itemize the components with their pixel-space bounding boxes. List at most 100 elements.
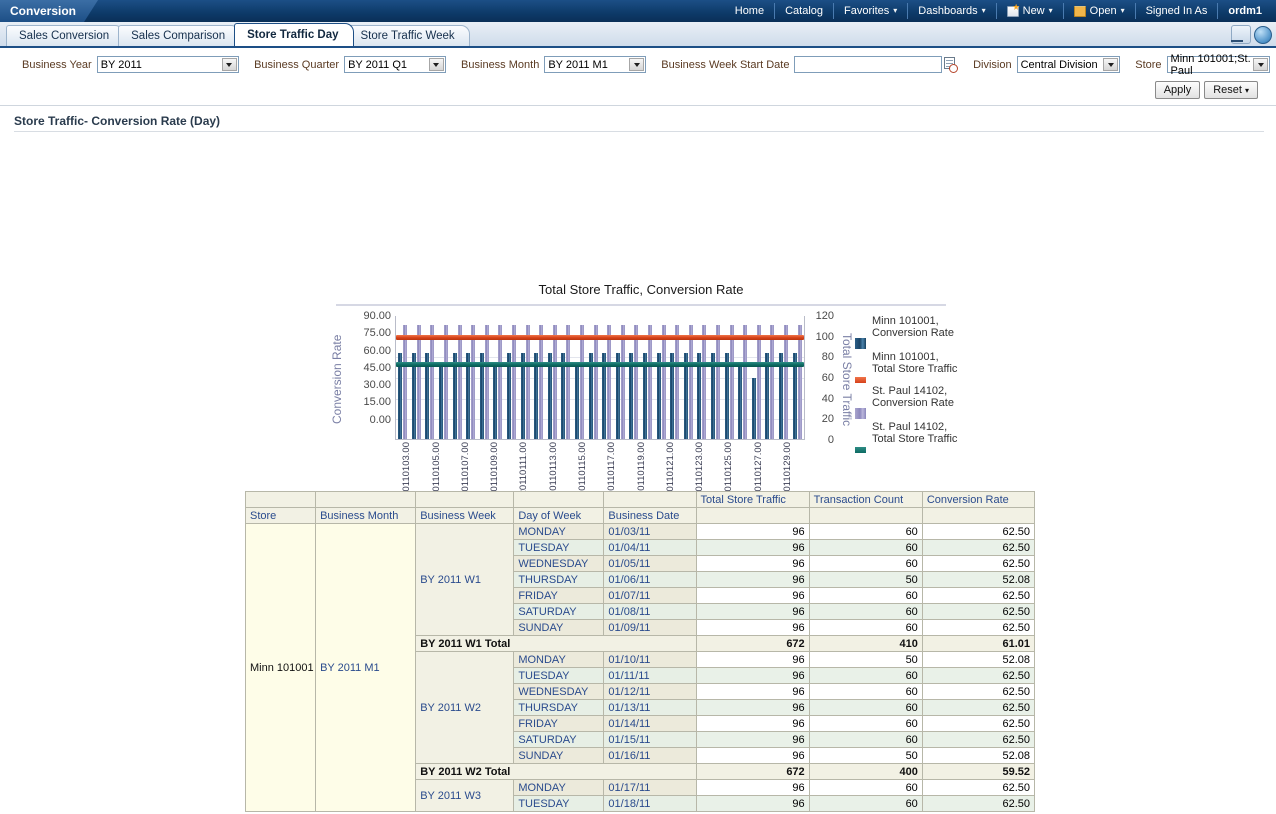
cell-day-of-week[interactable]: WEDNESDAY [513,555,605,572]
cell-transaction-count[interactable]: 60 [808,619,923,636]
dashboard-brand-tab[interactable]: Conversion [0,0,98,22]
cell-total-store-traffic[interactable]: 96 [695,667,810,684]
cell-conversion-rate[interactable]: 62.50 [921,539,1036,556]
bar-stpaul-conversion-rate[interactable] [430,324,435,439]
cell-conversion-rate[interactable]: 62.50 [921,603,1036,620]
bar-stpaul-conversion-rate[interactable] [444,324,449,439]
cell-business-month[interactable]: BY 2011 M1 [315,523,417,812]
bar-stpaul-conversion-rate[interactable] [471,324,476,439]
bar-stpaul-conversion-rate[interactable] [566,324,571,439]
cell-conversion-rate[interactable]: 62.50 [921,587,1036,604]
tab-sales-comparison[interactable]: Sales Comparison [118,25,241,46]
cell-transaction-count[interactable]: 50 [808,651,923,668]
cell-day-of-week[interactable]: TUESDAY [513,539,605,556]
bar-minn-conversion-rate[interactable] [493,367,498,439]
bar-stpaul-conversion-rate[interactable] [539,324,544,439]
bar-stpaul-conversion-rate[interactable] [620,324,625,439]
business-year-select[interactable]: BY 2011 [96,56,239,73]
bar-minn-conversion-rate[interactable] [738,367,743,439]
cell-conversion-rate[interactable]: 62.50 [921,667,1036,684]
bar-stpaul-conversion-rate[interactable] [756,324,761,439]
bar-stpaul-conversion-rate[interactable] [770,324,775,439]
business-week-start-date-input[interactable] [794,56,943,73]
bar-stpaul-conversion-rate[interactable] [457,324,462,439]
bar-minn-conversion-rate[interactable] [575,367,580,439]
bar-stpaul-conversion-rate[interactable] [512,324,517,439]
header-store[interactable]: Store [244,507,317,524]
bar-stpaul-conversion-rate[interactable] [797,324,802,439]
cell-business-week[interactable]: BY 2011 W1 [415,523,515,636]
cell-day-of-week[interactable]: SUNDAY [513,619,605,636]
legend-item[interactable]: St. Paul 14102, Total Store Traffic [855,421,965,453]
tab-sales-conversion[interactable]: Sales Conversion [6,25,125,46]
cell-business-date[interactable]: 01/14/11 [603,715,697,732]
tab-store-traffic-week[interactable]: Store Traffic Week [347,25,470,46]
cell-total-store-traffic[interactable]: 96 [695,555,810,572]
cell-business-date[interactable]: 01/10/11 [603,651,697,668]
division-select[interactable]: Central Division [1016,56,1121,73]
cell-business-date[interactable]: 01/09/11 [603,619,697,636]
cell-day-of-week[interactable]: MONDAY [513,523,605,540]
bar-stpaul-conversion-rate[interactable] [675,324,680,439]
business-quarter-select[interactable]: BY 2011 Q1 [344,56,446,73]
header-business-month[interactable]: Business Month [315,507,417,524]
cell-day-of-week[interactable]: FRIDAY [513,587,605,604]
cell-transaction-count[interactable]: 60 [808,539,923,556]
cell-transaction-count[interactable]: 60 [808,699,923,716]
cell-conversion-rate[interactable]: 52.08 [921,747,1036,764]
tab-store-traffic-day[interactable]: Store Traffic Day [234,23,354,46]
bar-minn-conversion-rate[interactable] [439,367,444,439]
cell-day-of-week[interactable]: MONDAY [513,651,605,668]
cell-day-of-week[interactable]: SATURDAY [513,731,605,748]
chevron-down-icon[interactable] [221,58,237,71]
calendar-picker-icon[interactable] [944,56,958,73]
cell-day-of-week[interactable]: TUESDAY [513,795,605,812]
bar-stpaul-conversion-rate[interactable] [729,324,734,439]
cell-business-date[interactable]: 01/04/11 [603,539,697,556]
cell-day-of-week[interactable]: THURSDAY [513,699,605,716]
bar-stpaul-conversion-rate[interactable] [498,324,503,439]
cell-total-store-traffic[interactable]: 96 [695,747,810,764]
nav-dashboards[interactable]: Dashboards ▾ [908,3,997,19]
header-business-week[interactable]: Business Week [415,507,515,524]
chevron-down-icon[interactable] [1253,58,1269,71]
bar-stpaul-conversion-rate[interactable] [688,324,693,439]
cell-conversion-rate[interactable]: 62.50 [921,619,1036,636]
cell-business-date[interactable]: 01/05/11 [603,555,697,572]
header-transaction-count[interactable]: Transaction Count [808,491,923,508]
cell-day-of-week[interactable]: SATURDAY [513,603,605,620]
cell-business-date[interactable]: 01/15/11 [603,731,697,748]
cell-total-store-traffic[interactable]: 96 [695,683,810,700]
cell-business-date[interactable]: 01/11/11 [603,667,697,684]
cell-transaction-count[interactable]: 60 [808,731,923,748]
bar-stpaul-conversion-rate[interactable] [580,324,585,439]
cell-business-date[interactable]: 01/18/11 [603,795,697,812]
cell-business-date[interactable]: 01/16/11 [603,747,697,764]
bar-stpaul-conversion-rate[interactable] [525,324,530,439]
header-total-store-traffic[interactable]: Total Store Traffic [695,491,810,508]
cell-conversion-rate[interactable]: 52.08 [921,651,1036,668]
nav-favorites[interactable]: Favorites ▾ [834,3,909,19]
bar-stpaul-conversion-rate[interactable] [715,324,720,439]
chevron-down-icon[interactable] [1103,58,1119,71]
legend-item[interactable]: Minn 101001, Total Store Traffic [855,351,965,383]
bar-minn-conversion-rate[interactable] [751,378,756,439]
cell-transaction-count[interactable]: 60 [808,683,923,700]
page-options-button[interactable] [1231,25,1251,44]
bar-stpaul-conversion-rate[interactable] [702,324,707,439]
cell-conversion-rate[interactable]: 62.50 [921,779,1036,796]
bar-stpaul-conversion-rate[interactable] [403,324,408,439]
cell-transaction-count[interactable]: 60 [808,795,923,812]
business-month-select[interactable]: BY 2011 M1 [544,56,647,73]
nav-home[interactable]: Home [725,3,776,19]
cell-total-store-traffic[interactable]: 96 [695,619,810,636]
cell-total-store-traffic[interactable]: 96 [695,715,810,732]
cell-business-date[interactable]: 01/06/11 [603,571,697,588]
cell-conversion-rate[interactable]: 62.50 [921,699,1036,716]
reset-button[interactable]: Reset ▾ [1204,81,1258,99]
cell-day-of-week[interactable]: SUNDAY [513,747,605,764]
cell-business-week[interactable]: BY 2011 W2 [415,651,515,764]
store-select[interactable]: Minn 101001;St. Paul [1166,53,1271,77]
cell-day-of-week[interactable]: THURSDAY [513,571,605,588]
cell-transaction-count[interactable]: 50 [808,747,923,764]
